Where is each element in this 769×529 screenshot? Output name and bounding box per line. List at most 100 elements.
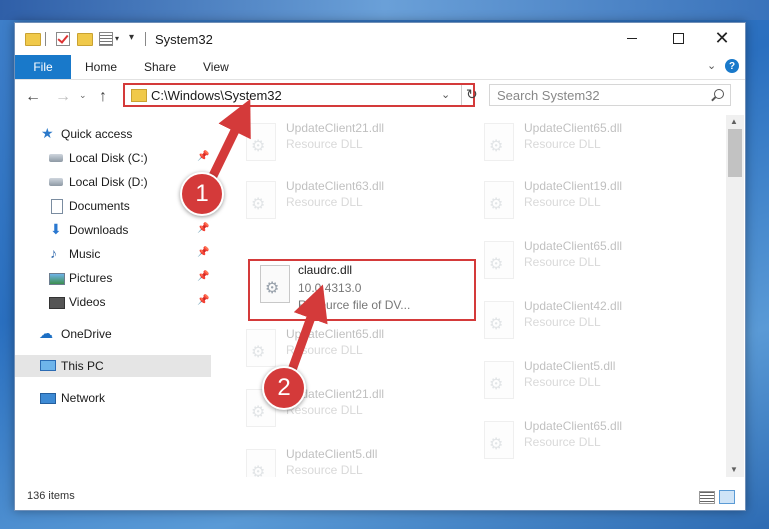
tab-share[interactable]: Share [144,60,176,74]
search-icon[interactable] [714,89,724,99]
music-icon: ♪ [50,245,57,261]
sidebar-item-label: Downloads [69,223,129,237]
folder-icon [25,33,41,46]
file-description: Resource DLL [524,255,601,269]
file-name: UpdateClient42.dll [524,299,623,313]
file-description: Resource DLL [286,463,363,477]
maximize-button[interactable] [655,23,701,53]
sidebar-item-pictures[interactable]: Pictures 📌 [15,267,211,289]
close-icon: ✕ [714,28,730,48]
list-item[interactable]: UpdateClient21.dll Resource DLL [236,119,464,177]
list-item[interactable]: UpdateClient63.dll Resource DLL [236,177,464,235]
quick-access-dropdown-icon[interactable]: ▾ [129,32,134,48]
list-item[interactable]: UpdateClient5.dll Resource DLL [474,357,702,415]
file-description: Resource DLL [524,137,601,151]
new-folder-icon[interactable] [77,33,93,46]
dll-file-icon [484,241,514,279]
dll-file-icon [484,123,514,161]
list-item[interactable]: UpdateClient65.dll Resource DLL [474,119,702,177]
file-description: Resource DLL [286,195,363,209]
forward-arrow-icon[interactable]: → [55,88,71,106]
back-arrow-icon[interactable]: ← [25,88,41,106]
item-count: 136 items [27,490,75,502]
file-explorer-window: ▾ ▾ System32 ✕ File Home Share View ⌄ ? … [14,22,746,511]
dll-file-icon [246,449,276,477]
sidebar-item-local-disk-c[interactable]: Local Disk (C:) 📌 [15,147,211,169]
address-path[interactable]: C:\Windows\System32 [151,88,282,103]
callout-badge-2: 2 [262,366,306,410]
sidebar-item-label: Pictures [69,271,113,285]
sidebar-item-label: Network [61,391,106,405]
recent-locations-icon[interactable]: ⌄ [79,90,87,101]
scroll-down-icon[interactable]: ▼ [730,465,738,474]
file-name: UpdateClient21.dll [286,121,385,135]
sidebar-item-label: Local Disk (D:) [69,175,148,189]
chevron-down-icon[interactable]: ⌄ [441,88,450,101]
sidebar-item-downloads[interactable]: ⬇ Downloads 📌 [15,219,211,241]
chevron-down-icon[interactable]: ▾ [115,34,119,50]
pin-icon[interactable]: 📌 [197,247,209,258]
sidebar-item-label: Videos [69,295,106,309]
close-button[interactable]: ✕ [699,23,745,53]
sidebar-item-quick-access[interactable]: ★ Quick access [15,123,211,145]
file-name: UpdateClient65.dll [524,121,623,135]
sidebar-item-videos[interactable]: Videos 📌 [15,291,211,313]
separator [45,32,46,46]
sidebar-item-label: Local Disk (C:) [69,151,148,165]
minimize-button[interactable] [609,23,655,53]
sidebar-item-music[interactable]: ♪ Music 📌 [15,243,211,265]
drive-icon [49,154,63,162]
file-name: UpdateClient65.dll [524,239,623,253]
file-name: UpdateClient65.dll [286,327,385,341]
pin-icon[interactable]: 📌 [197,151,209,162]
cloud-icon: ☁ [39,325,53,341]
list-item[interactable]: UpdateClient42.dll Resource DLL [474,297,702,355]
scroll-thumb[interactable] [728,129,742,177]
drive-icon [49,178,63,186]
callout-badge-1: 1 [180,172,224,216]
search-input[interactable]: Search System32 [489,84,731,106]
list-item[interactable]: UpdateClient65.dll Resource DLL [474,237,702,295]
help-icon[interactable]: ? [725,59,739,73]
dll-file-icon [246,329,276,367]
pin-icon[interactable]: 📌 [197,271,209,282]
pin-icon[interactable]: 📌 [197,223,209,234]
pictures-icon [49,273,65,285]
address-bar[interactable]: C:\Windows\System32 ⌄ ↻ [123,83,478,107]
scroll-up-icon[interactable]: ▲ [730,117,738,126]
dll-file-icon [484,181,514,219]
vertical-scrollbar[interactable]: ▲ ▼ [726,115,744,477]
maximize-icon [672,32,684,44]
refresh-icon[interactable]: ↻ [466,86,478,103]
dll-file-icon [246,181,276,219]
sidebar-item-label: This PC [61,359,104,373]
properties-check-icon[interactable] [56,32,70,46]
pin-icon[interactable]: 📌 [197,295,209,306]
file-name: UpdateClient5.dll [524,359,616,373]
up-arrow-icon[interactable]: ↑ [99,88,107,106]
file-name: UpdateClient63.dll [286,179,385,193]
list-item[interactable]: UpdateClient19.dll Resource DLL [474,177,702,235]
list-item[interactable]: UpdateClient65.dll Resource DLL [474,417,702,475]
sidebar-item-network[interactable]: Network [15,387,211,409]
download-icon: ⬇ [50,221,62,237]
file-description: Resource DLL [524,195,601,209]
details-view-icon[interactable] [699,491,715,504]
dll-file-icon [484,301,514,339]
sidebar-item-this-pc[interactable]: This PC [15,355,211,377]
list-item[interactable]: UpdateClient5.dll Resource DLL [236,445,464,477]
dll-file-icon [246,123,276,161]
navigation-pane: ★ Quick access Local Disk (C:) 📌 Local D… [15,115,211,477]
divider [461,85,462,105]
document-icon [51,199,63,214]
tab-view[interactable]: View [203,60,229,74]
minimize-icon [627,37,637,39]
status-bar: 136 items [15,485,745,509]
computer-icon [40,360,56,371]
tab-home[interactable]: Home [85,60,117,74]
tiles-view-icon[interactable] [719,490,735,504]
tab-file[interactable]: File [15,55,71,79]
expand-ribbon-icon[interactable]: ⌄ [707,59,716,72]
customize-icon[interactable] [99,32,113,46]
sidebar-item-onedrive[interactable]: ☁ OneDrive [15,323,211,345]
